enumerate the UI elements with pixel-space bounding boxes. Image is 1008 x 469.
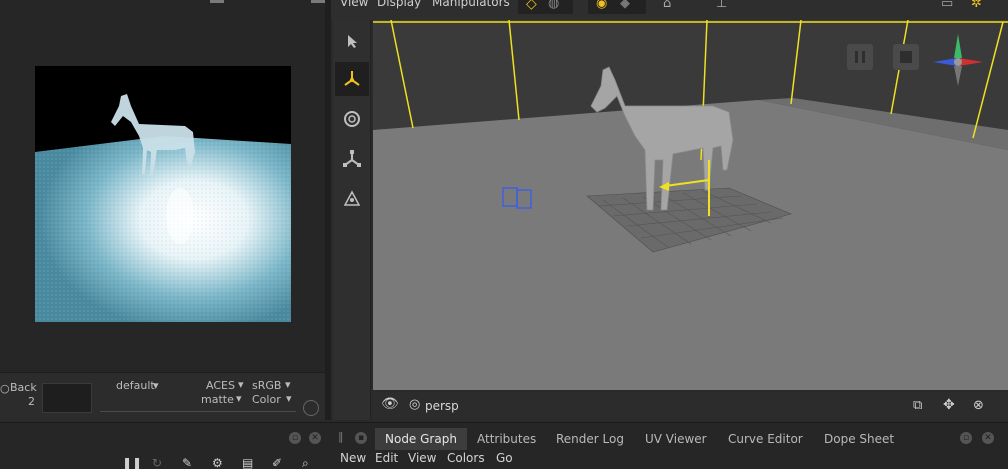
tab-node-graph[interactable]: Node Graph <box>375 428 467 450</box>
render-preview-image <box>35 66 291 322</box>
chevron-down-icon[interactable]: ▾ <box>285 378 291 391</box>
tab-uv-viewer[interactable]: UV Viewer <box>635 428 717 450</box>
arrow-up-icon[interactable]: ○ <box>0 382 10 395</box>
dropdown-arrow-icon[interactable]: ▾ <box>153 379 159 392</box>
menu-new[interactable]: New <box>340 451 366 465</box>
matte-dropdown[interactable]: matte <box>201 393 234 406</box>
viewport-menubar: View Display Manipulators ◇ ◍ ◉ ◆ ⌂ ⊥ ▭ … <box>331 0 1008 20</box>
menu-edit[interactable]: Edit <box>375 451 398 465</box>
move-tool[interactable] <box>335 62 369 96</box>
eye-icon[interactable]: 👁 <box>381 396 399 412</box>
move-axes-icon <box>344 71 360 86</box>
sun-icon[interactable]: ✲ <box>971 0 982 11</box>
viewport-scene <box>373 20 1008 390</box>
pen-icon[interactable]: ✐ <box>272 456 282 469</box>
frame-camera-icon[interactable]: ⌂ <box>663 0 671 11</box>
close-icon[interactable]: ✕ <box>982 432 994 444</box>
stop-button[interactable] <box>893 44 919 70</box>
brush-icon[interactable]: ✎ <box>182 456 192 469</box>
manipulator-toolbox <box>333 20 371 420</box>
search-icon[interactable]: ⌕ <box>302 456 309 469</box>
chevron-down-icon[interactable]: ▾ <box>236 392 242 405</box>
pivot-icon <box>343 190 361 206</box>
gear-icon[interactable]: ⚙ <box>212 456 223 469</box>
3d-viewport[interactable] <box>373 20 1008 390</box>
back-value: 2 <box>28 395 35 408</box>
scale-tool[interactable] <box>335 142 369 176</box>
tab-dope-sheet[interactable]: Dope Sheet <box>814 428 904 450</box>
pause-icon[interactable]: ❚❚ <box>122 456 142 469</box>
select-tool[interactable] <box>335 24 369 58</box>
panel-splitter[interactable] <box>325 0 331 420</box>
tab-render-log[interactable]: Render Log <box>546 428 634 450</box>
maximize-icon[interactable]: ▫ <box>960 432 972 444</box>
move-cross-icon[interactable]: ✥ <box>943 397 955 413</box>
default-label[interactable]: default <box>116 379 155 392</box>
panel-handle[interactable] <box>210 0 224 3</box>
panel-handle-right[interactable] <box>311 0 325 3</box>
pause-button[interactable] <box>847 44 873 70</box>
render-controls-bar: ○ Back 2 default ▾ ACES ▾ sRGB ▾ matte ▾… <box>0 372 325 420</box>
monitor-icon[interactable]: ▭ <box>941 0 953 11</box>
lighting-toggle-group: ◉ ◆ <box>588 0 646 14</box>
menu-manipulators[interactable]: Manipulators <box>432 0 510 9</box>
tab-attributes[interactable]: Attributes <box>467 428 546 450</box>
film-camera-icon[interactable]: ⧉ <box>913 398 922 413</box>
horse-render-image <box>35 66 291 322</box>
light-sphere-icon[interactable]: ◉ <box>596 0 607 11</box>
divider <box>100 411 296 412</box>
scale-axes-icon <box>343 150 361 167</box>
tab-curve-editor[interactable]: Curve Editor <box>718 428 813 450</box>
cube-icon[interactable]: ◇ <box>526 0 537 12</box>
glasses-icon[interactable]: ⊗ <box>973 398 984 413</box>
menu-go[interactable]: Go <box>496 451 513 465</box>
menu-colors[interactable]: Colors <box>447 451 485 465</box>
clapper-icon[interactable]: ▤ <box>242 456 253 469</box>
view-cube-gizmo[interactable] <box>933 34 985 86</box>
camera-name[interactable]: persp <box>425 399 459 413</box>
cursor-arrow-icon <box>348 35 357 48</box>
refresh-icon[interactable]: ↻ <box>152 456 162 469</box>
back-label: Back <box>10 381 37 394</box>
chevron-down-icon[interactable]: ▾ <box>238 378 244 391</box>
chevron-down-icon[interactable]: ▾ <box>286 392 292 405</box>
rotate-icon <box>344 111 360 127</box>
viewport-footer: 👁 ◎ persp ⧉ ✥ ⊗ <box>373 392 1008 420</box>
frame-swatch[interactable] <box>42 383 92 413</box>
menu-view[interactable]: View <box>408 451 436 465</box>
globe-icon[interactable]: ◍ <box>548 0 559 11</box>
rotate-tool[interactable] <box>335 102 369 136</box>
pane-toggle-icon[interactable]: ▪ <box>355 432 367 444</box>
shading-toggle-group: ◇ ◍ <box>518 0 573 14</box>
color-dropdown[interactable]: Color <box>252 393 281 406</box>
aces-dropdown[interactable]: ACES <box>206 379 235 392</box>
camera-icon[interactable]: ◎ <box>409 397 420 412</box>
menu-display[interactable]: Display <box>377 0 421 9</box>
drag-handle-icon[interactable]: ‖ <box>338 430 344 443</box>
app-root: ○ Back 2 default ▾ ACES ▾ sRGB ▾ matte ▾… <box>0 0 1008 469</box>
maximize-icon[interactable]: ▫ <box>289 432 301 444</box>
checker-icon[interactable]: ◆ <box>620 0 630 11</box>
menu-view[interactable]: View <box>340 0 368 9</box>
pivot-tool[interactable] <box>335 182 369 216</box>
close-icon[interactable]: ✕ <box>309 432 321 444</box>
pin-icon[interactable]: ⊥ <box>716 0 727 11</box>
settings-ring-icon[interactable] <box>303 400 319 416</box>
srgb-dropdown[interactable]: sRGB <box>252 379 281 392</box>
